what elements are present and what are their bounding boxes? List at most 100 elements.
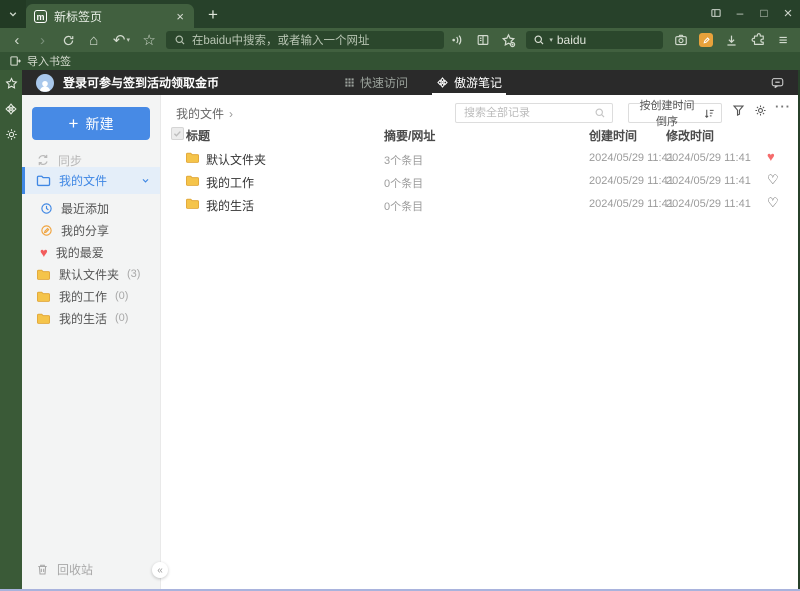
maxnote-icon [436,76,449,89]
breadcrumb-label: 我的文件 [176,107,225,121]
screenshot-button[interactable] [668,28,694,52]
row-created: 2024/05/29 11:41 [589,152,674,164]
column-summary[interactable]: 摘要/网址 [384,127,435,144]
home-button[interactable]: ⌂ [81,28,107,52]
sort-order-button[interactable]: 按创建时间倒序 [628,100,722,128]
table-row[interactable]: 默认文件夹 3个条目 2024/05/29 11:41 2024/05/29 1… [161,147,798,170]
undo-closed-tab-button[interactable]: ↶ ▾ [107,31,137,49]
download-icon [725,34,738,47]
folder-icon [36,174,51,187]
sync-label: 同步 [58,153,83,168]
new-tab-button[interactable]: + [208,5,218,25]
recycle-bin-button[interactable]: 回收站 [22,558,160,580]
folder-icon [185,197,200,210]
tab-maxnote[interactable]: 傲游笔记 [432,70,507,95]
chevron-down-icon: ▾ [126,37,130,44]
sidebar-item-shares[interactable]: 我的分享 [22,219,160,241]
sidebar-folder-work[interactable]: 我的工作 (0) [22,285,160,307]
boss-panel-button[interactable] [704,0,728,26]
import-bookmarks-button[interactable]: 导入书签 [27,53,71,69]
row-summary: 0个条目 [384,178,424,190]
tab-title: 新标签页 [54,9,103,24]
row-modified: 2024/05/29 11:41 [666,198,751,210]
note-icon [699,33,714,47]
table-row[interactable]: 我的工作 0个条目 2024/05/29 11:41 2024/05/29 11… [161,170,798,193]
table-row[interactable]: 我的生活 0个条目 2024/05/29 11:41 2024/05/29 11… [161,193,798,216]
back-button[interactable]: ‹ [4,28,30,52]
header-tabs: 快速访问 傲游笔记 [344,70,507,95]
sidebar-item-recent[interactable]: 最近添加 [22,197,160,219]
sidebar-folder-life[interactable]: 我的生活 (0) [22,307,160,329]
forward-button[interactable]: › [30,28,56,52]
favorite-heart-icon[interactable]: ♥ [767,150,775,163]
column-modified[interactable]: 修改时间 [666,127,714,144]
breadcrumb[interactable]: 我的文件 › [176,105,233,122]
feedback-button[interactable] [770,76,785,90]
sidebar-item-label: 我的工作 [59,289,108,304]
chevron-down-icon [141,176,150,185]
tab-close-icon[interactable]: × [174,9,186,24]
folder-icon [185,151,200,164]
favorite-heart-icon[interactable]: ♡ [767,196,779,209]
download-button[interactable] [719,28,745,52]
recycle-bin-label: 回收站 [57,562,94,577]
more-button[interactable]: ··· [775,99,791,114]
search-input[interactable] [462,106,594,120]
chevron-down-icon: ▾ [549,37,553,44]
search-icon [174,34,186,46]
reading-mode-button[interactable] [470,28,496,52]
favorites-manager-button[interactable] [496,28,522,52]
notes-search [455,103,613,123]
filter-button[interactable] [732,104,745,117]
sidebar-folder-default[interactable]: 默认文件夹 (3) [22,263,160,285]
notes-sidebar: + 新建 同步 我的文件 最近添加 我的分享 ♥ 我的最爱 默认文件夹 (3) … [22,95,168,589]
avatar[interactable] [36,73,54,92]
title-bar: m 新标签页 × + – □ × [0,0,800,28]
row-title: 我的生活 [206,199,255,213]
reader-voice-button[interactable] [444,28,470,52]
tab-quick-access[interactable]: 快速访问 [344,70,408,95]
favorites-strip-button[interactable] [5,77,18,90]
address-bar[interactable]: 在baidu中搜索，或者输入一个网址 [165,31,445,49]
maxnote-strip-button[interactable] [4,102,18,116]
sidebar-collapse-button[interactable]: « [152,562,168,578]
login-banner[interactable]: 登录可参与签到活动领取金币 [63,74,219,91]
share-pencil-icon [40,224,53,237]
tab-label: 傲游笔记 [454,76,503,90]
column-created[interactable]: 创建时间 [589,127,637,144]
close-button[interactable]: × [776,0,800,26]
new-note-button[interactable]: + 新建 [32,107,150,140]
column-title[interactable]: 标题 [186,127,210,144]
refresh-button[interactable] [55,28,81,52]
maximize-button[interactable]: □ [752,0,776,26]
sync-icon [36,153,50,167]
import-bookmarks-icon [9,55,21,67]
sidebar-item-label: 我的生活 [59,311,108,326]
maxnote-toolbar-button[interactable] [693,28,719,52]
sidebar-item-label: 我的文件 [59,174,108,188]
sidebar-item-label: 默认文件夹 [59,267,120,282]
sidebar-item-my-files[interactable]: 我的文件 [22,167,160,194]
sidebar-item-favorites[interactable]: ♥ 我的最爱 [22,241,160,263]
settings-button[interactable] [754,104,767,117]
maxnote-app: + 新建 同步 我的文件 最近添加 我的分享 ♥ 我的最爱 默认文件夹 (3) … [22,95,798,589]
favorite-heart-icon[interactable]: ♡ [767,173,779,186]
sidebar-item-label: 我的最爱 [55,245,104,260]
select-all-checkbox[interactable] [171,127,184,140]
folder-icon [185,174,200,187]
extensions-button[interactable] [745,28,771,52]
quick-search-box[interactable]: ▾ baidu [526,31,663,49]
menu-button[interactable]: ≡ [770,28,796,52]
settings-strip-button[interactable] [5,128,18,141]
selection-indicator [22,167,25,194]
chevron-down-icon [8,9,18,19]
bookmark-page-button[interactable]: ☆ [136,28,162,52]
tab-list-button[interactable] [0,0,26,28]
minimize-button[interactable]: – [728,0,752,26]
browser-window: m 新标签页 × + – □ × ‹ › ⌂ ↶ ▾ ☆ 在baidu中搜索，或… [0,0,800,591]
browser-tab[interactable]: m 新标签页 × [26,4,194,28]
address-placeholder: 在baidu中搜索，或者输入一个网址 [191,35,370,47]
window-controls: – □ × [704,0,800,26]
plus-icon: + [68,114,79,133]
book-icon [476,33,490,47]
